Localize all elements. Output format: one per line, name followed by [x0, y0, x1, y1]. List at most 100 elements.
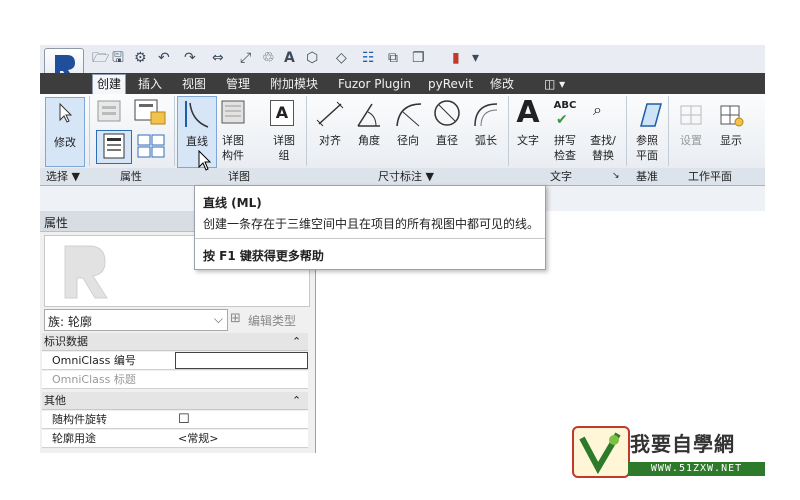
edit-type-label: 编辑类型	[248, 314, 297, 328]
show-workplane-icon	[720, 105, 744, 127]
arc-length-label: 弧长	[475, 134, 497, 147]
find-replace-button[interactable]: ⌕ 查找/ 替换	[585, 96, 621, 166]
line-label: 直线	[186, 135, 208, 148]
property-row: OmniClass 标题	[42, 371, 308, 389]
family-types-button[interactable]	[133, 98, 167, 126]
tab-insert[interactable]: 插入	[134, 75, 166, 94]
tag-icon[interactable]: ♲	[262, 50, 275, 66]
close-hidden-icon[interactable]: ⧉	[388, 50, 398, 66]
family-type-value: 族: 轮廓	[48, 315, 92, 329]
tab-pyrevit[interactable]: pyRevit	[424, 75, 477, 94]
customize-qat-icon[interactable]: ▾	[472, 50, 479, 66]
find-replace-label-1: 查找/	[590, 134, 616, 147]
reference-plane-label-2: 平面	[636, 149, 658, 162]
rotate-with-component-checkbox[interactable]: ☐	[178, 412, 190, 427]
sync-icon[interactable]: ⚙	[134, 50, 147, 66]
text-tool-icon: A	[516, 95, 540, 130]
aligned-dimension-icon	[316, 101, 344, 127]
property-label: 轮廓用途	[52, 432, 96, 445]
ribbon-options-icon[interactable]: ◫ ▾	[540, 75, 569, 94]
property-value[interactable]: <常规>	[178, 431, 218, 446]
separator	[508, 96, 509, 166]
tooltip: 直线 (ML) 创建一条存在于三维空间中且在项目的所有视图中都可见的线。 按 F…	[194, 185, 546, 270]
property-label: 随构件旋转	[52, 413, 107, 426]
detail-component-icon	[221, 100, 245, 124]
undo-icon[interactable]: ↶	[158, 50, 170, 66]
addin-icon[interactable]: ▮	[452, 50, 460, 66]
3d-view-icon[interactable]: ⬡	[306, 50, 318, 66]
tab-fuzor-plugin[interactable]: Fuzor Plugin	[334, 75, 415, 94]
checkmark-icon: ✔	[556, 112, 568, 128]
detail-group-label-1: 详图	[273, 134, 295, 147]
redo-icon[interactable]: ↷	[184, 50, 196, 66]
tab-addins[interactable]: 附加模块	[266, 75, 322, 94]
tab-manage[interactable]: 管理	[222, 75, 254, 94]
detail-panel-label: 详图	[228, 170, 250, 183]
angular-dimension-icon	[357, 103, 380, 127]
dimension-panel-label[interactable]: 尺寸标注 ▼	[378, 169, 434, 184]
switch-windows-icon[interactable]: ❐	[412, 50, 425, 66]
mouse-cursor-icon	[198, 150, 212, 171]
set-workplane-icon	[680, 105, 702, 125]
tab-create[interactable]: 创建	[92, 74, 127, 94]
type-selector-dropdown[interactable]: 族: 轮廓 ⌵	[44, 309, 228, 331]
separator	[668, 96, 669, 166]
angular-label: 角度	[358, 134, 380, 147]
properties-panel-label: 属性	[120, 170, 142, 183]
collapse-icon: ⌃	[292, 335, 302, 348]
text-icon[interactable]: A	[284, 50, 295, 66]
properties-title: 属性	[44, 216, 69, 230]
detail-group-button[interactable]: A 详图 组	[266, 96, 302, 166]
angular-dimension-button[interactable]: 角度	[350, 96, 388, 166]
project-browser-button[interactable]	[136, 131, 168, 161]
set-workplane-button: 设置	[671, 96, 711, 166]
group-header-other[interactable]: 其他 ⌃	[42, 392, 308, 410]
detail-component-label-1: 详图	[222, 134, 244, 147]
dimension-icon[interactable]: ⤢	[240, 50, 251, 66]
type-properties-button[interactable]	[96, 98, 126, 126]
text-panel-label: 文字	[550, 170, 572, 183]
text-button[interactable]: A 文字	[511, 96, 545, 166]
reference-plane-button[interactable]: 参照 平面	[629, 96, 665, 166]
text-label: 文字	[517, 134, 539, 147]
open-icon[interactable]: 🗁	[92, 50, 109, 66]
arc-length-dimension-icon	[474, 103, 498, 127]
set-label: 设置	[680, 134, 702, 147]
properties-palette-icon	[103, 133, 125, 159]
cursor-arrow-icon	[59, 102, 73, 123]
spelling-label-2: 检查	[554, 149, 576, 162]
show-workplane-button[interactable]: 显示	[712, 96, 750, 166]
chevron-down-icon: ⌵	[213, 312, 223, 326]
section-icon[interactable]: ◇	[336, 50, 347, 66]
thin-lines-icon[interactable]: ☷	[362, 50, 375, 66]
properties-button[interactable]	[96, 130, 132, 164]
tooltip-title: 直线 (ML)	[203, 196, 262, 210]
select-panel-label[interactable]: 选择 ▼	[46, 169, 80, 184]
separator	[174, 96, 175, 166]
omniclass-number-input[interactable]	[175, 352, 308, 369]
detail-component-button[interactable]: 详图 构件	[216, 96, 250, 166]
group-header-identity-data[interactable]: 标识数据 ⌃	[42, 333, 308, 351]
save-icon[interactable]: 🖫	[112, 50, 124, 66]
property-row: OmniClass 编号	[42, 352, 308, 370]
radial-dimension-button[interactable]: 径向	[389, 96, 427, 166]
edit-type-button[interactable]: ⊞ 编辑类型	[230, 309, 308, 329]
measure-icon[interactable]: ⇔	[212, 50, 224, 66]
modify-button[interactable]: 修改	[45, 97, 85, 167]
watermark-logo-icon	[572, 426, 630, 478]
detail-component-label-2: 构件	[222, 149, 244, 162]
tab-modify[interactable]: 修改	[486, 75, 518, 94]
collapse-icon: ⌃	[292, 394, 302, 407]
reference-plane-icon	[640, 103, 662, 127]
family-preview-icon	[64, 245, 108, 299]
v-leaf-logo-icon	[579, 432, 621, 475]
diameter-dimension-button[interactable]: 直径	[428, 96, 466, 166]
group-name: 其他	[44, 394, 66, 407]
text-panel-launcher-icon[interactable]: ↘	[612, 169, 620, 184]
aligned-dimension-button[interactable]: 对齐	[311, 96, 349, 166]
line-tool-icon	[185, 101, 209, 128]
spelling-button[interactable]: ABC ✔ 拼写 检查	[548, 96, 582, 166]
watermark-url: WWW.51ZXW.NET	[628, 462, 765, 476]
arc-length-dimension-button[interactable]: 弧长	[467, 96, 505, 166]
tab-view[interactable]: 视图	[178, 75, 210, 94]
